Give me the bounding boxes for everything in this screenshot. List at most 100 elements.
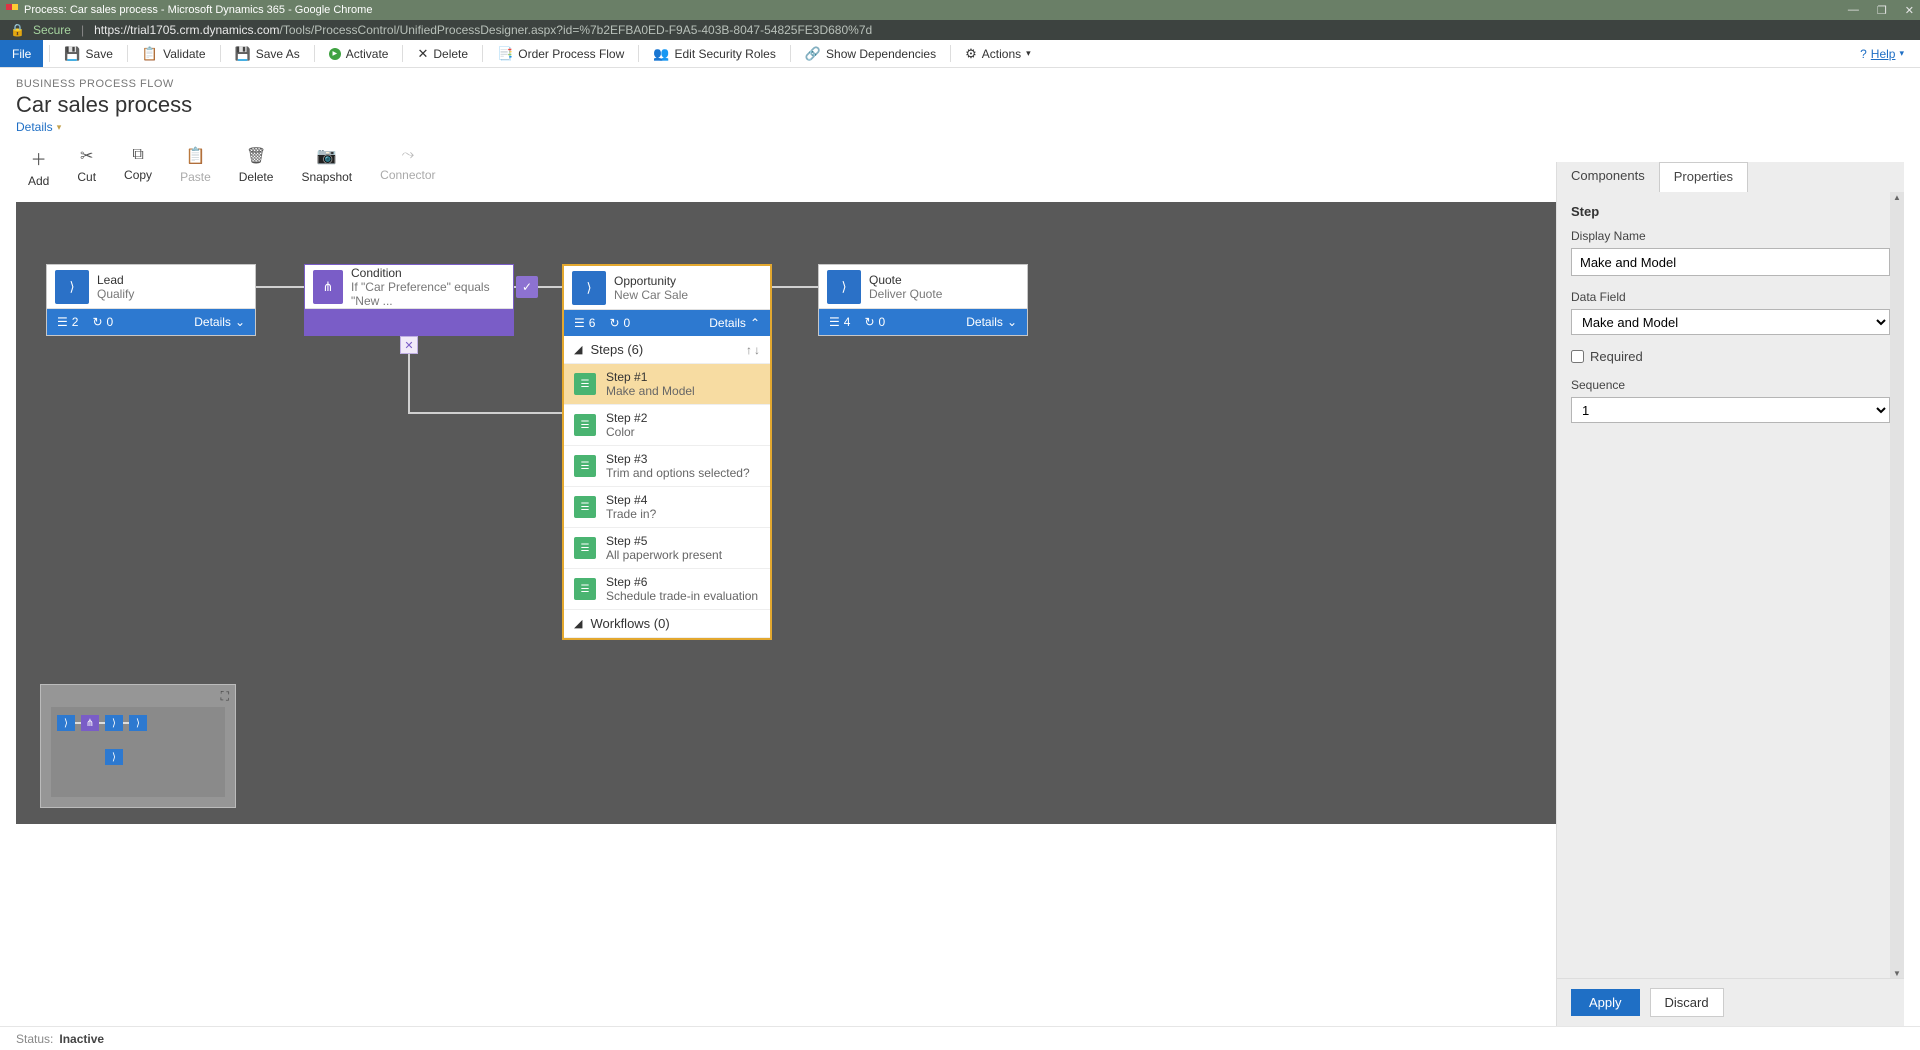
details-toggle[interactable]: Details ⌃ [709, 316, 760, 330]
stage-subtitle: Qualify [97, 287, 134, 301]
details-link[interactable]: Details▾ [16, 120, 61, 134]
order-process-flow-button[interactable]: 📑Order Process Flow [489, 40, 632, 67]
chevron-down-icon: ▾ [57, 122, 62, 133]
cut-button[interactable]: ✂Cut [77, 146, 96, 188]
url-host: https://trial1705.crm.dynamics.com [94, 23, 279, 37]
step-item[interactable]: ☰ Step #4Trade in? [564, 487, 770, 528]
activate-button[interactable]: Activate [321, 40, 397, 67]
workflows-header[interactable]: ◢ Workflows (0) [564, 610, 770, 638]
connector-icon: ⤳ [401, 146, 414, 164]
collapse-icon: ◢ [574, 617, 582, 630]
copy-button[interactable]: ⧉Copy [124, 146, 152, 188]
app-icon [6, 4, 18, 16]
stage-condition[interactable]: ⋔ Condition If "Car Preference" equals "… [304, 264, 514, 336]
address-bar: 🔒 Secure | https://trial1705.crm.dynamic… [0, 20, 1920, 40]
step-item[interactable]: ☰ Step #2Color [564, 405, 770, 446]
stage-opportunity[interactable]: ⟩ Opportunity New Car Sale ☰ 6 ↻ 0 Detai… [562, 264, 772, 640]
add-button[interactable]: ＋Add [28, 146, 49, 188]
maximize-button[interactable]: ❐ [1877, 4, 1887, 17]
edit-security-roles-button[interactable]: 👥Edit Security Roles [645, 40, 784, 67]
steps-header[interactable]: ◢ Steps (6) ↑↓ [564, 336, 770, 364]
scrollbar[interactable]: ▲ ▼ [1890, 192, 1904, 978]
step-item[interactable]: ☰ Step #1Make and Model [564, 364, 770, 405]
tab-components[interactable]: Components [1557, 162, 1659, 192]
stage-icon: ⟩ [572, 271, 606, 305]
validate-button[interactable]: 📋Validate [134, 40, 214, 67]
apply-button[interactable]: Apply [1571, 989, 1640, 1016]
connector-line [256, 286, 306, 288]
connector-button[interactable]: ⤳Connector [380, 146, 435, 188]
secure-label: Secure [33, 23, 71, 37]
actions-menu[interactable]: ⚙Actions▾ [957, 40, 1039, 67]
step-icon: ☰ [574, 455, 596, 477]
save-icon: 💾 [64, 46, 80, 62]
breadcrumb: BUSINESS PROCESS FLOW [16, 78, 1904, 90]
display-name-input[interactable] [1571, 248, 1890, 276]
help-button[interactable]: ?Help▾ [1860, 40, 1920, 67]
plus-icon: ＋ [31, 146, 47, 170]
step-icon: ☰ [574, 373, 596, 395]
save-button[interactable]: 💾Save [56, 40, 121, 67]
window-controls: — ❐ ✕ [1848, 4, 1914, 17]
save-as-icon: 💾 [235, 46, 251, 62]
required-checkbox[interactable] [1571, 350, 1584, 363]
delete-tool-button[interactable]: 🗑Delete [239, 146, 274, 188]
collapse-icon: ◢ [574, 343, 582, 356]
workflow-count: ↻ 0 [864, 315, 885, 329]
workflow-count: ↻ 0 [92, 315, 113, 329]
status-value: Inactive [59, 1032, 104, 1046]
minimap-node: ⟩ [57, 715, 75, 731]
stage-lead[interactable]: ⟩ Lead Qualify ☰ 2 ↻ 0 Details ⌄ [46, 264, 256, 336]
stage-subtitle: Deliver Quote [869, 287, 942, 301]
chevron-down-icon: ⌄ [1007, 315, 1017, 329]
move-down-icon[interactable]: ↓ [754, 343, 760, 357]
stage-icon: ⟩ [55, 270, 89, 304]
connector-line [408, 352, 410, 412]
save-as-button[interactable]: 💾Save As [227, 40, 308, 67]
chevron-up-icon: ⌃ [750, 316, 760, 330]
copy-icon: ⧉ [132, 146, 143, 164]
step-item[interactable]: ☰ Step #3Trim and options selected? [564, 446, 770, 487]
minimap-node: ⟩ [105, 749, 123, 765]
tab-properties[interactable]: Properties [1659, 162, 1748, 192]
details-toggle[interactable]: Details ⌄ [966, 315, 1017, 329]
data-field-select[interactable]: Make and Model [1571, 309, 1890, 335]
file-menu[interactable]: File [0, 40, 43, 67]
lock-icon: 🔒 [10, 23, 25, 37]
minimize-button[interactable]: — [1848, 4, 1859, 17]
actions-icon: ⚙ [965, 46, 977, 62]
security-icon: 👥 [653, 46, 669, 62]
expand-icon[interactable]: ⛶ [221, 689, 229, 704]
minimap-node: ⟩ [105, 715, 123, 731]
minimap[interactable]: ⛶ ⟩ ⋔ ⟩ ⟩ ⟩ [40, 684, 236, 808]
snapshot-button[interactable]: 📷Snapshot [301, 146, 352, 188]
stage-title: Lead [97, 273, 134, 287]
status-bar: Status: Inactive [0, 1026, 1920, 1050]
steps-count: ☰ 4 [829, 315, 850, 329]
order-icon: 📑 [497, 46, 513, 62]
paste-icon: 📋 [185, 146, 205, 166]
minimap-node: ⟩ [129, 715, 147, 731]
details-toggle[interactable]: Details ⌄ [194, 315, 245, 329]
stage-quote[interactable]: ⟩ Quote Deliver Quote ☰ 4 ↻ 0 Details ⌄ [818, 264, 1028, 336]
display-name-label: Display Name [1571, 229, 1890, 243]
sequence-select[interactable]: 1 [1571, 397, 1890, 423]
command-bar: File 💾Save 📋Validate 💾Save As Activate ✕… [0, 40, 1920, 68]
stage-title: Condition [351, 266, 513, 280]
panel-section-title: Step [1571, 204, 1890, 219]
delete-button[interactable]: ✕Delete [409, 40, 476, 67]
show-dependencies-button[interactable]: 🔗Show Dependencies [797, 40, 944, 67]
validate-icon: 📋 [142, 46, 158, 62]
dependencies-icon: 🔗 [805, 46, 821, 62]
step-item[interactable]: ☰ Step #5All paperwork present [564, 528, 770, 569]
paste-button[interactable]: 📋Paste [180, 146, 211, 188]
status-label: Status: [16, 1032, 53, 1046]
step-item[interactable]: ☰ Step #6Schedule trade-in evaluation [564, 569, 770, 610]
data-field-label: Data Field [1571, 290, 1890, 304]
discard-button[interactable]: Discard [1650, 988, 1724, 1017]
move-up-icon[interactable]: ↑ [746, 343, 752, 357]
condition-false-icon: ✕ [400, 336, 418, 354]
window-title: Process: Car sales process - Microsoft D… [24, 4, 372, 16]
close-button[interactable]: ✕ [1905, 4, 1914, 17]
step-icon: ☰ [574, 537, 596, 559]
